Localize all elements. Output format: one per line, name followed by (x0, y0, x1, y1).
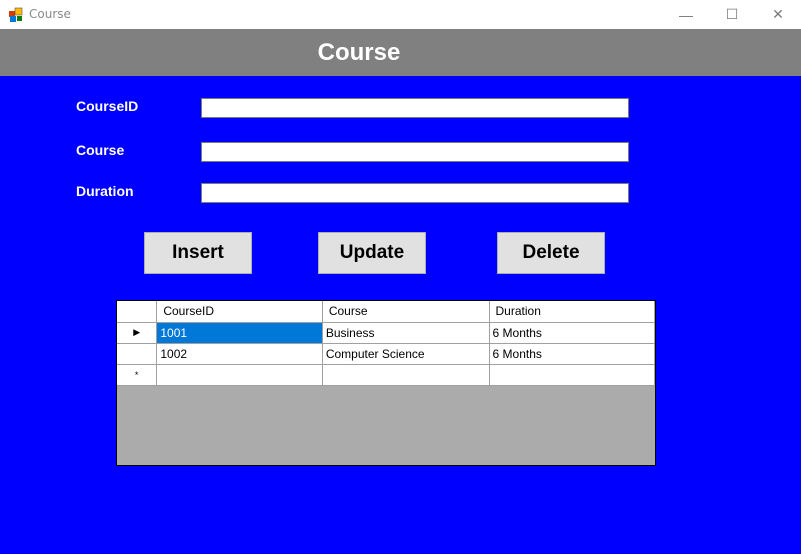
course-field[interactable] (201, 142, 629, 162)
grid-cell-courseid[interactable] (156, 364, 323, 386)
delete-button[interactable]: Delete (497, 232, 605, 274)
row-indicator-icon[interactable]: ▶ (117, 322, 158, 344)
grid-cell-duration[interactable] (489, 364, 655, 386)
grid-cell-courseid[interactable]: 1002 (156, 343, 323, 365)
grid-cell-course[interactable]: Business (322, 322, 490, 344)
grid-cell-course[interactable] (322, 364, 490, 386)
minimize-button[interactable]: — (663, 0, 709, 29)
column-header-courseid[interactable]: CourseID (156, 301, 323, 323)
column-header-course[interactable]: Course (322, 301, 490, 323)
maximize-icon: ☐ (725, 6, 739, 22)
page-title: Course (317, 39, 401, 66)
close-button[interactable]: ✕ (755, 0, 801, 29)
grid-cell-course[interactable]: Computer Science (322, 343, 490, 365)
row-header[interactable] (117, 343, 158, 365)
duration-label: Duration (76, 183, 134, 199)
maximize-button[interactable]: ☐ (709, 0, 755, 29)
grid-cell-courseid[interactable]: 1001 (156, 322, 323, 344)
course-label: Course (76, 142, 125, 158)
courseid-field[interactable] (201, 98, 629, 118)
window-title: Course (29, 7, 71, 21)
grid-corner-cell[interactable] (117, 301, 158, 323)
course-data-grid[interactable]: CourseID Course Duration ▶ 1001 Business… (116, 300, 656, 466)
window-title-bar: Course — ☐ ✕ (0, 0, 801, 29)
minimize-icon: — (679, 6, 693, 23)
table-row[interactable]: ▶ 1001 Business 6 Months (117, 322, 655, 344)
grid-header-row: CourseID Course Duration (117, 301, 655, 323)
windows-form-icon (9, 7, 23, 22)
new-row-asterisk-icon[interactable]: * (117, 364, 158, 386)
grid-cell-duration[interactable]: 6 Months (489, 322, 655, 344)
table-row[interactable]: 1002 Computer Science 6 Months (117, 343, 655, 365)
courseid-label: CourseID (76, 98, 139, 114)
new-row[interactable]: * (117, 364, 655, 386)
grid-cell-duration[interactable]: 6 Months (489, 343, 655, 365)
close-icon: ✕ (772, 6, 784, 22)
insert-button[interactable]: Insert (144, 232, 252, 274)
update-button[interactable]: Update (318, 232, 426, 274)
form-header: Course (0, 29, 801, 76)
column-header-duration[interactable]: Duration (489, 301, 655, 323)
duration-field[interactable] (201, 183, 629, 203)
